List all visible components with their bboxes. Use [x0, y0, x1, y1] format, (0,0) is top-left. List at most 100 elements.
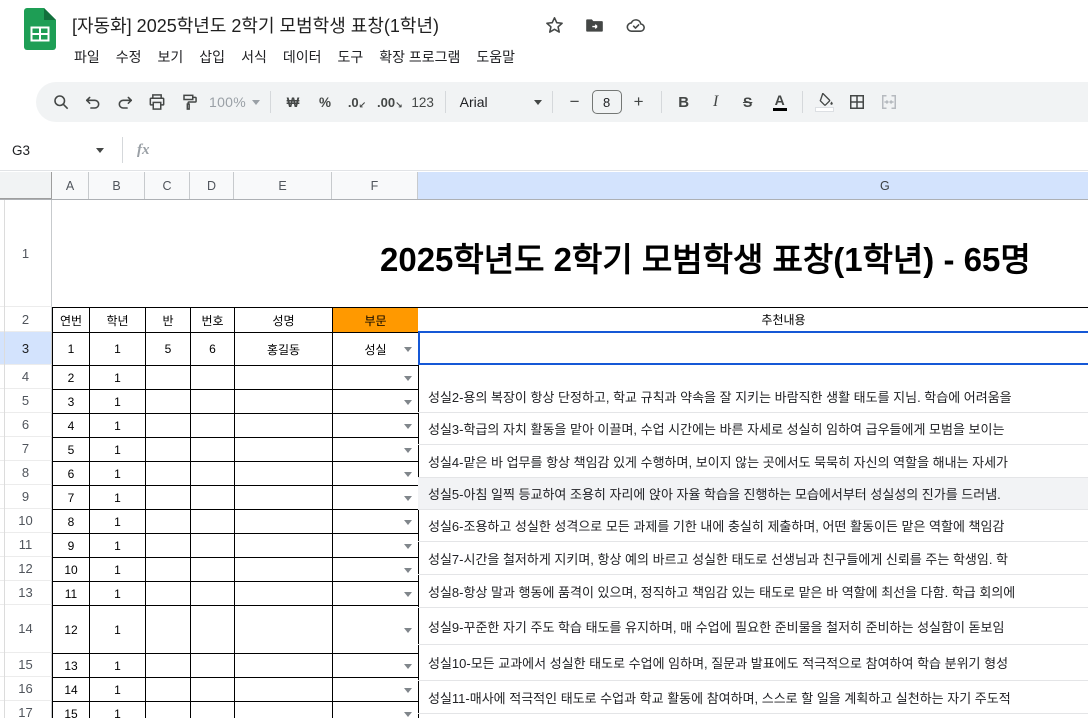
menu-item[interactable]: 서식: [233, 44, 275, 70]
cell-student-no[interactable]: [191, 654, 235, 678]
print-button[interactable]: [142, 87, 172, 117]
header-cell-category[interactable]: 부문: [333, 308, 419, 333]
cell-name[interactable]: [235, 390, 333, 414]
cell-student-no[interactable]: [191, 702, 235, 718]
cell-student-no[interactable]: [191, 534, 235, 558]
cell-name[interactable]: [235, 654, 333, 678]
row-header[interactable]: 14: [0, 605, 52, 653]
column-header-e[interactable]: E: [234, 172, 332, 199]
cell-grade[interactable]: 1: [90, 486, 146, 510]
sheets-logo-icon[interactable]: [24, 8, 56, 50]
cell-grade[interactable]: 1: [90, 438, 146, 462]
cell-class[interactable]: [146, 678, 191, 702]
cell-category-dropdown[interactable]: [333, 534, 419, 558]
cell-number[interactable]: 13: [53, 654, 90, 678]
row-header[interactable]: 17: [0, 701, 52, 718]
cell-category-dropdown[interactable]: [333, 414, 419, 438]
cell-class[interactable]: [146, 534, 191, 558]
cell-name[interactable]: [235, 558, 333, 582]
header-cell[interactable]: 연번: [53, 308, 90, 333]
dropdown-arrow-icon[interactable]: [404, 712, 412, 717]
cell-number[interactable]: 11: [53, 582, 90, 606]
cell-category-dropdown[interactable]: [333, 558, 419, 582]
menu-item[interactable]: 삽입: [191, 44, 233, 70]
cell-category-dropdown[interactable]: [333, 582, 419, 606]
dropdown-arrow-icon[interactable]: [404, 496, 412, 501]
row-header[interactable]: 2: [0, 307, 52, 332]
row-header[interactable]: 4: [0, 365, 52, 389]
cell-category-dropdown[interactable]: [333, 390, 419, 414]
redo-button[interactable]: [110, 87, 140, 117]
cell-name[interactable]: [235, 606, 333, 654]
row-header[interactable]: 6: [0, 413, 52, 437]
g-cell-text[interactable]: 성실5-아침 일찍 등교하여 조용히 자리에 앉아 자율 학습을 진행하는 모습…: [418, 478, 1088, 510]
g-cell-text[interactable]: 성실8-항상 말과 행동에 품격이 있으며, 정직하고 책임감 있는 태도로 맡…: [418, 575, 1088, 608]
header-cell[interactable]: 성명: [235, 308, 333, 333]
g-cell-text[interactable]: 성실3-학급의 자치 활동을 맡아 이끌며, 수업 시간에는 바른 자세로 성실…: [418, 413, 1088, 445]
cell-student-no[interactable]: [191, 366, 235, 390]
cell-category-dropdown[interactable]: 성실: [333, 333, 419, 366]
cell-name[interactable]: [235, 534, 333, 558]
menu-item[interactable]: 수정: [108, 44, 150, 70]
dropdown-arrow-icon[interactable]: [404, 544, 412, 549]
cell-number[interactable]: 1: [53, 333, 90, 366]
cell-category-dropdown[interactable]: [333, 678, 419, 702]
cell-student-no[interactable]: [191, 678, 235, 702]
dropdown-arrow-icon[interactable]: [404, 628, 412, 633]
zoom-select[interactable]: 100%: [206, 87, 263, 117]
column-header-f[interactable]: F: [332, 172, 418, 199]
search-button[interactable]: [46, 87, 76, 117]
font-size-input[interactable]: 8: [592, 90, 622, 114]
cell-grade[interactable]: 1: [90, 462, 146, 486]
increase-font-size-button[interactable]: +: [624, 87, 654, 117]
cell-number[interactable]: 3: [53, 390, 90, 414]
currency-format-button[interactable]: ₩: [278, 87, 308, 117]
row-header[interactable]: 16: [0, 677, 52, 701]
cell-grade[interactable]: 1: [90, 414, 146, 438]
cell-number[interactable]: 4: [53, 414, 90, 438]
dropdown-arrow-icon[interactable]: [404, 376, 412, 381]
g-header-cell[interactable]: 추천내용: [418, 307, 1088, 332]
cell-student-no[interactable]: [191, 558, 235, 582]
cell-number[interactable]: 14: [53, 678, 90, 702]
number-format-button[interactable]: 123: [408, 87, 438, 117]
header-cell[interactable]: 반: [146, 308, 191, 333]
cell-grade[interactable]: 1: [90, 654, 146, 678]
fill-color-button[interactable]: [810, 87, 840, 117]
cell-name[interactable]: [235, 414, 333, 438]
increase-decimal-button[interactable]: .00↘: [374, 87, 406, 117]
cell-number[interactable]: 10: [53, 558, 90, 582]
font-select[interactable]: Arial: [453, 87, 545, 117]
cell-grade[interactable]: 1: [90, 510, 146, 534]
menu-item[interactable]: 보기: [150, 44, 192, 70]
cell-class[interactable]: [146, 558, 191, 582]
cell-name[interactable]: [235, 582, 333, 606]
row-header[interactable]: 5: [0, 389, 52, 413]
cell-student-no[interactable]: [191, 510, 235, 534]
dropdown-arrow-icon[interactable]: [404, 568, 412, 573]
text-color-button[interactable]: A: [765, 87, 795, 117]
cell-name[interactable]: [235, 438, 333, 462]
cell-category-dropdown[interactable]: [333, 510, 419, 534]
cell-grade[interactable]: 1: [90, 390, 146, 414]
header-cell[interactable]: 번호: [191, 308, 235, 333]
column-header-a[interactable]: A: [52, 172, 89, 199]
cell-student-no[interactable]: [191, 462, 235, 486]
dropdown-arrow-icon[interactable]: [404, 664, 412, 669]
selected-cell-g3[interactable]: [418, 331, 1088, 365]
row-header[interactable]: 1: [0, 200, 52, 307]
cell-category-dropdown[interactable]: [333, 486, 419, 510]
merge-cells-button[interactable]: [874, 87, 904, 117]
cell-number[interactable]: 15: [53, 702, 90, 718]
column-header-g-active[interactable]: G: [418, 172, 1088, 199]
borders-button[interactable]: [842, 87, 872, 117]
cell-category-dropdown[interactable]: [333, 654, 419, 678]
row-header[interactable]: 12: [0, 557, 52, 581]
row-header[interactable]: 3: [0, 332, 52, 365]
decrease-decimal-button[interactable]: .0↙: [342, 87, 372, 117]
cell-class[interactable]: [146, 462, 191, 486]
name-box[interactable]: G3: [0, 143, 100, 158]
cell-number[interactable]: 8: [53, 510, 90, 534]
cell-name[interactable]: [235, 702, 333, 718]
row-header[interactable]: 13: [0, 581, 52, 605]
